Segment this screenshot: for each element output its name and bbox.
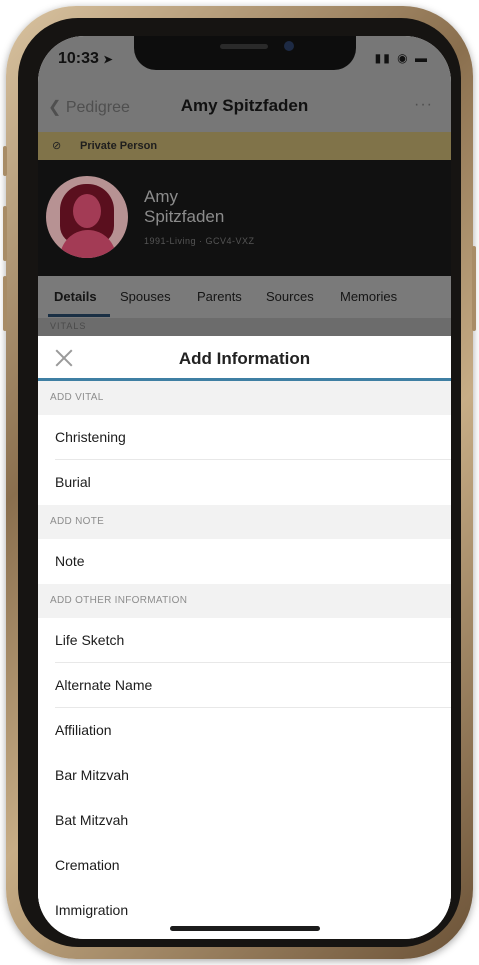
front-camera [284,41,294,51]
signal-icon: ▮▮ [374,51,392,65]
person-last-name: Spitzfaden [144,207,225,226]
section-header-add-note: ADD NOTE [38,505,451,539]
list-item-label: Note [55,553,85,569]
phone-screen: 10:33 ➤ ▮▮ ◉ ▬ ❮ Pedigree Amy Spitzfaden… [38,36,451,939]
vitals-section-strip: VITALS [38,318,451,336]
list-item-alternate-name[interactable]: Alternate Name [38,663,451,708]
list-item-label: Bat Mitzvah [55,812,129,828]
volume-down-button [3,276,7,331]
vitals-label: VITALS [50,321,87,331]
add-information-sheet: Add Information ADD VITAL Christening Bu… [38,336,451,939]
section-header-add-vital: ADD VITAL [38,381,451,415]
person-lifespan-id: 1991-Living · GCV4-VXZ [144,236,255,246]
list-item-label: Immigration [55,902,129,918]
private-person-label: Private Person [80,140,158,152]
navigation-bar: ❮ Pedigree Amy Spitzfaden ··· [38,84,451,132]
private-icon: ⊘ [52,140,62,152]
notch [134,36,356,70]
list-item-label: Life Sketch [55,632,125,648]
list-item-cremation[interactable]: Cremation [38,843,451,888]
silent-switch [3,146,7,176]
active-tab-indicator [48,314,110,317]
list-item-label: Burial [55,474,91,490]
sheet-title: Add Information [178,349,311,368]
list-item-christening[interactable]: Christening [38,415,451,460]
private-person-banner: ⊘ Private Person [38,132,451,160]
tab-details[interactable]: Details [54,289,97,304]
section-header-label: ADD OTHER INFORMATION [50,595,188,606]
list-item-label: Cremation [55,857,120,873]
status-time-text: 10:33 [58,50,99,67]
list-item-bat-mitzvah[interactable]: Bat Mitzvah [38,798,451,843]
page-title: Amy Spitzfaden [180,96,309,115]
list-item-burial[interactable]: Burial [38,460,451,505]
list-item-life-sketch[interactable]: Life Sketch [38,618,451,663]
location-arrow-icon: ➤ [103,54,113,66]
speaker-grille [220,44,268,49]
person-header: Amy Spitzfaden 1991-Living · GCV4-VXZ [38,160,451,276]
list-item-label: Alternate Name [55,677,153,693]
section-header-add-other-information: ADD OTHER INFORMATION [38,584,451,618]
list-item-bar-mitzvah[interactable]: Bar Mitzvah [38,753,451,798]
tab-spouses[interactable]: Spouses [120,289,171,304]
avatar[interactable] [46,176,128,258]
section-header-label: ADD VITAL [50,392,104,403]
status-icons: ▮▮ ◉ ▬ [375,51,429,65]
home-indicator[interactable] [170,926,320,931]
battery-icon: ▬ [415,51,429,65]
list-item-label: Affiliation [55,722,112,738]
person-first-name: Amy [144,187,178,206]
avatar-face [73,194,101,228]
sheet-header: Add Information [38,336,451,378]
more-options-icon[interactable]: ··· [414,96,433,114]
wifi-icon: ◉ [397,51,410,65]
tab-parents[interactable]: Parents [197,289,242,304]
list-item-label: Christening [55,429,126,445]
tab-sources[interactable]: Sources [266,289,314,304]
list-item-affiliation[interactable]: Affiliation [38,708,451,753]
status-time: 10:33 ➤ [58,50,113,68]
tab-memories[interactable]: Memories [340,289,397,304]
section-header-label: ADD NOTE [50,516,105,527]
list-item-note[interactable]: Note [38,539,451,584]
person-tabs: Details Spouses Parents Sources Memories [38,276,451,318]
power-button [472,246,476,331]
list-item-label: Bar Mitzvah [55,767,129,783]
volume-up-button [3,206,7,261]
